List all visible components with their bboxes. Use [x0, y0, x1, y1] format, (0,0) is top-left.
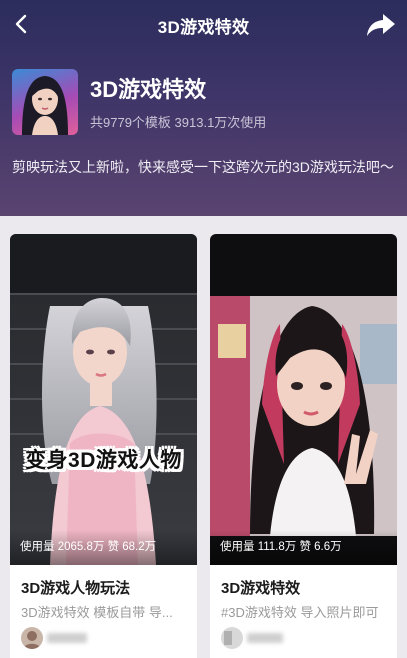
topic-stats: 共9779个模板 3913.1万次使用 — [90, 115, 267, 130]
topic-header: 3D游戏特效 3D游戏特效 共9779个模板 3913.1万次使用 剪映玩法又上… — [0, 0, 407, 216]
navigation-bar: 3D游戏特效 — [0, 0, 407, 50]
template-thumbnail: 变身3D游戏人物 使用量 2065.8万 赞 68.2万 — [10, 234, 197, 565]
author-name-blurred — [47, 630, 91, 646]
usage-stats: 使用量 111.8万 赞 6.6万 — [210, 530, 397, 565]
author-avatar-image — [21, 627, 43, 649]
template-card[interactable]: 使用量 111.8万 赞 6.6万 3D游戏特效 #3D游戏特效 导入照片即可 — [210, 234, 397, 658]
author-name-blurred — [247, 630, 291, 646]
avatar — [221, 627, 243, 649]
share-button[interactable] — [365, 12, 397, 38]
topic-description: 剪映玩法又上新啦，快来感受一下这跨次元的3D游戏玩法吧～ — [12, 159, 394, 175]
author-info[interactable] — [221, 627, 341, 649]
author-avatar-image — [221, 627, 243, 649]
page-title: 3D游戏特效 — [157, 18, 250, 37]
girl-character-image — [10, 234, 197, 565]
topic-cover-image — [12, 69, 78, 135]
usage-stats: 使用量 2065.8万 赞 68.2万 — [10, 530, 197, 565]
template-subtitle: 3D游戏特效 模板自带 导... — [21, 605, 173, 620]
thumbnail-caption: 变身3D游戏人物 — [25, 449, 182, 472]
topic-title: 3D游戏特效 — [90, 77, 207, 102]
game-character-portrait — [22, 76, 68, 135]
template-subtitle: #3D游戏特效 导入照片即可 — [221, 605, 379, 620]
girl-character-image — [210, 234, 397, 565]
avatar — [21, 627, 43, 649]
template-thumbnail: 使用量 111.8万 赞 6.6万 — [210, 234, 397, 565]
template-card[interactable]: 变身3D游戏人物 使用量 2065.8万 赞 68.2万 3D游戏人物玩法 3D… — [10, 234, 197, 658]
template-title: 3D游戏人物玩法 — [21, 580, 131, 597]
template-title: 3D游戏特效 — [221, 580, 301, 597]
share-arrow-icon — [367, 14, 395, 36]
author-info[interactable] — [21, 627, 141, 649]
